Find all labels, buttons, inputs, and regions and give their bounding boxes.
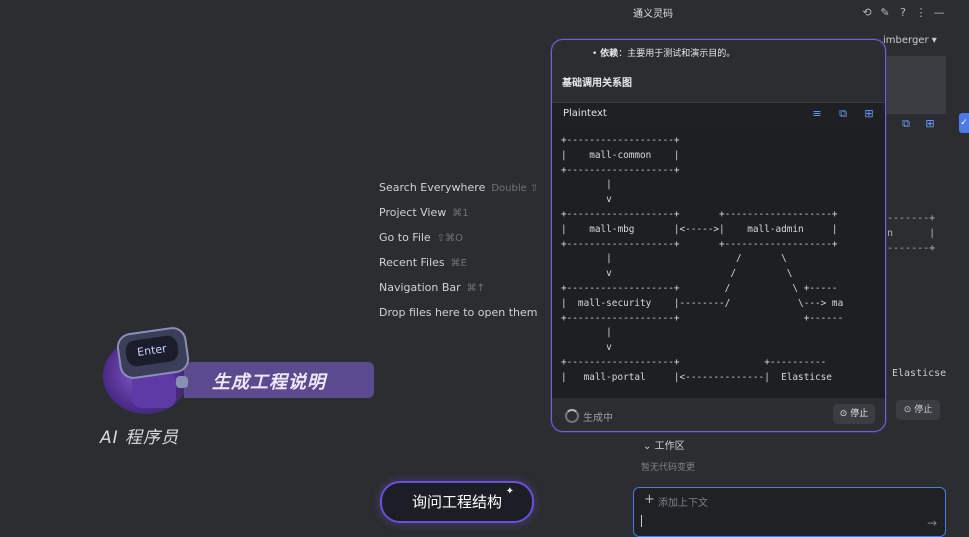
hint-label: Recent Files — [379, 256, 445, 269]
apply-diff-icon[interactable]: ≡ — [810, 107, 824, 121]
generation-footer: 生成中 ⊙ 停止 — [552, 400, 885, 431]
send-icon[interactable]: → — [927, 516, 937, 530]
user-name: imberger — [883, 35, 929, 46]
hint-shortcut: ⌘E — [450, 258, 467, 269]
side-badge-icon[interactable]: ✓ — [959, 113, 969, 133]
history-icon[interactable]: ⟲ — [860, 6, 874, 20]
hint-navigation-bar: Navigation Bar ⌘↑ — [379, 280, 538, 305]
response-heading: 基础调用关系图 — [562, 78, 632, 89]
background-code: --------+ in | --------+ — [881, 213, 936, 254]
code-language-label: Plaintext — [563, 108, 607, 119]
copy-icon[interactable]: ⧉ — [836, 107, 850, 121]
code-block: +-------------------+ | mall-common | +-… — [552, 126, 885, 398]
ask-structure-label: 询问工程结构 — [411, 493, 502, 511]
hint-label: Project View — [379, 206, 447, 219]
spinner-icon — [565, 409, 579, 423]
promo-title: 生成工程说明 — [212, 372, 326, 393]
edit-icon[interactable]: ✎ — [878, 6, 892, 20]
chat-response-card: • 依赖：主要用于测试和演示目的。 基础调用关系图 Plaintext ≡ ⧉ … — [551, 39, 886, 432]
copy-icon[interactable]: ⧉ — [899, 117, 913, 131]
insert-icon[interactable]: ⊞ — [923, 117, 937, 131]
workspace-label: 工作区 — [654, 441, 685, 452]
add-context-label[interactable]: 添加上下文 — [658, 494, 708, 509]
stop-icon: ⊙ — [839, 409, 848, 419]
code-block-toolbar: Plaintext ≡ ⧉ ⊞ — [552, 102, 885, 127]
help-icon[interactable]: ? — [896, 6, 910, 20]
chevron-down-icon: ▾ — [931, 35, 937, 46]
stop-button[interactable]: ⊙ 停止 — [833, 404, 875, 424]
ask-structure-button[interactable]: 询问工程结构 ✦ — [380, 481, 534, 523]
hint-shortcut: ⌘1 — [452, 208, 469, 219]
minimize-icon[interactable]: — — [932, 6, 946, 20]
chevron-down-icon: ⌄ — [643, 441, 652, 452]
workspace-section[interactable]: ⌄ 工作区 — [643, 437, 685, 452]
hint-label: Drop files here to open them — [379, 306, 538, 319]
hint-label: Navigation Bar — [379, 281, 461, 294]
robot-hand — [176, 376, 188, 388]
dependency-label: 依赖 — [600, 49, 619, 59]
dependency-note: • 依赖：主要用于测试和演示目的。 — [592, 49, 736, 59]
user-menu[interactable]: imberger ▾ — [883, 35, 937, 46]
text-caret — [641, 515, 642, 527]
add-context-icon[interactable]: + — [644, 492, 655, 507]
no-changes-text: 暂无代码变更 — [641, 463, 696, 473]
stop-label: 停止 — [850, 409, 869, 419]
hint-shortcut: ⌘↑ — [466, 283, 486, 294]
generating-label: 生成中 — [583, 413, 613, 424]
dependency-text: ：主要用于测试和演示目的。 — [618, 49, 736, 59]
sparkle-icon: ✦ — [505, 486, 514, 497]
hint-project-view: Project View ⌘1 — [379, 205, 538, 230]
panel-block — [886, 56, 946, 114]
ascii-diagram-code: +-------------------+ | mall-common | +-… — [561, 135, 844, 383]
generating-status: 生成中 — [565, 409, 613, 424]
welcome-hints: Search Everywhere Double ⇧ Project View ⌘1… — [379, 180, 538, 330]
hint-shortcut: ⇧⌘O — [436, 233, 463, 244]
background-code-elastic: Elasticse — [892, 368, 947, 379]
hint-label: Search Everywhere — [379, 181, 486, 194]
background-stop-label: 停止 — [914, 405, 933, 415]
tool-window-title: 通义灵码 — [633, 9, 673, 20]
hint-recent-files: Recent Files ⌘E — [379, 255, 538, 280]
background-stop-button[interactable]: ⊙ 停止 — [896, 400, 940, 420]
hint-label: Go to File — [379, 231, 431, 244]
hint-drop-files: Drop files here to open them — [379, 305, 538, 330]
insert-code-icon[interactable]: ⊞ — [862, 107, 876, 121]
hint-go-to-file: Go to File ⇧⌘O — [379, 230, 538, 255]
promo-subtitle: AI 程序员 — [100, 428, 180, 448]
more-icon[interactable]: ⋮ — [914, 6, 928, 20]
hint-shortcut: Double ⇧ — [491, 183, 539, 194]
hint-search-everywhere: Search Everywhere Double ⇧ — [379, 180, 538, 205]
